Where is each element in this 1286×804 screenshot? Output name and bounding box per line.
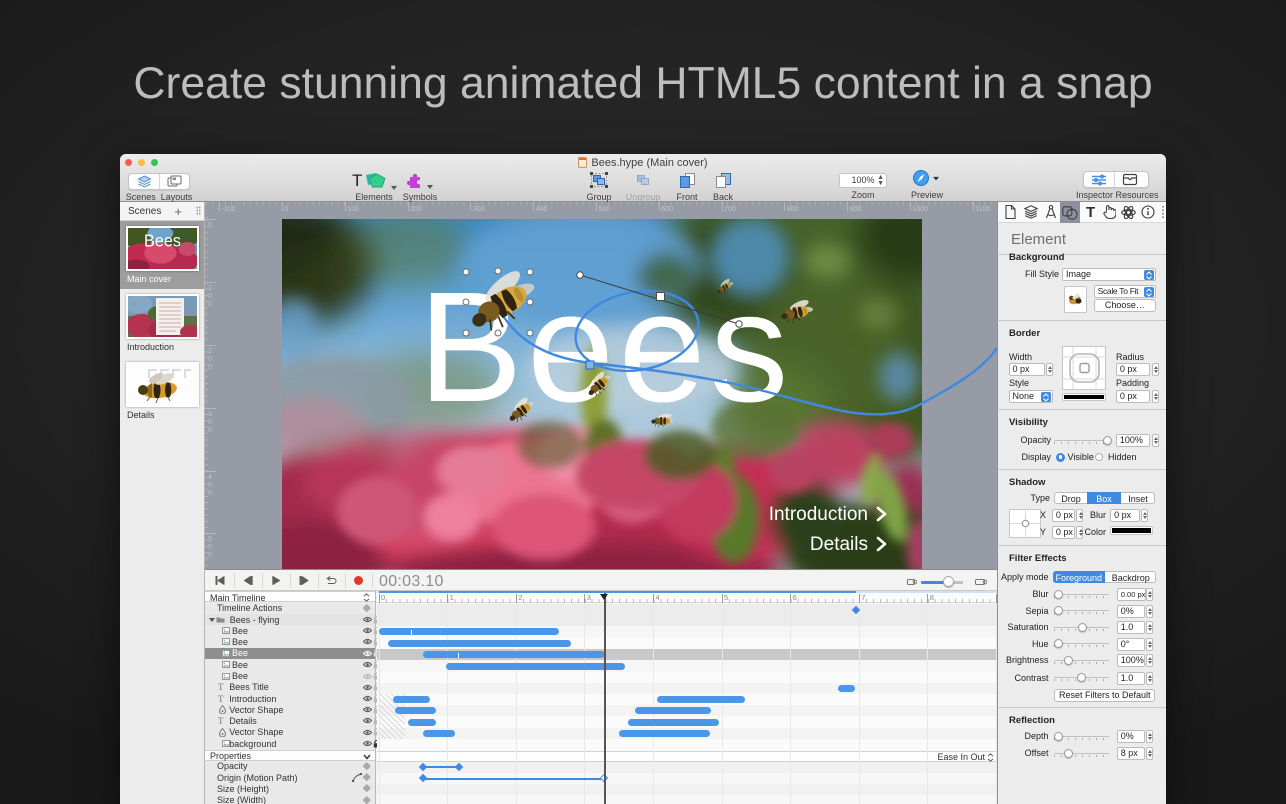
svg-text:T: T [352,171,362,190]
svg-text:Bees: Bees [144,231,181,251]
